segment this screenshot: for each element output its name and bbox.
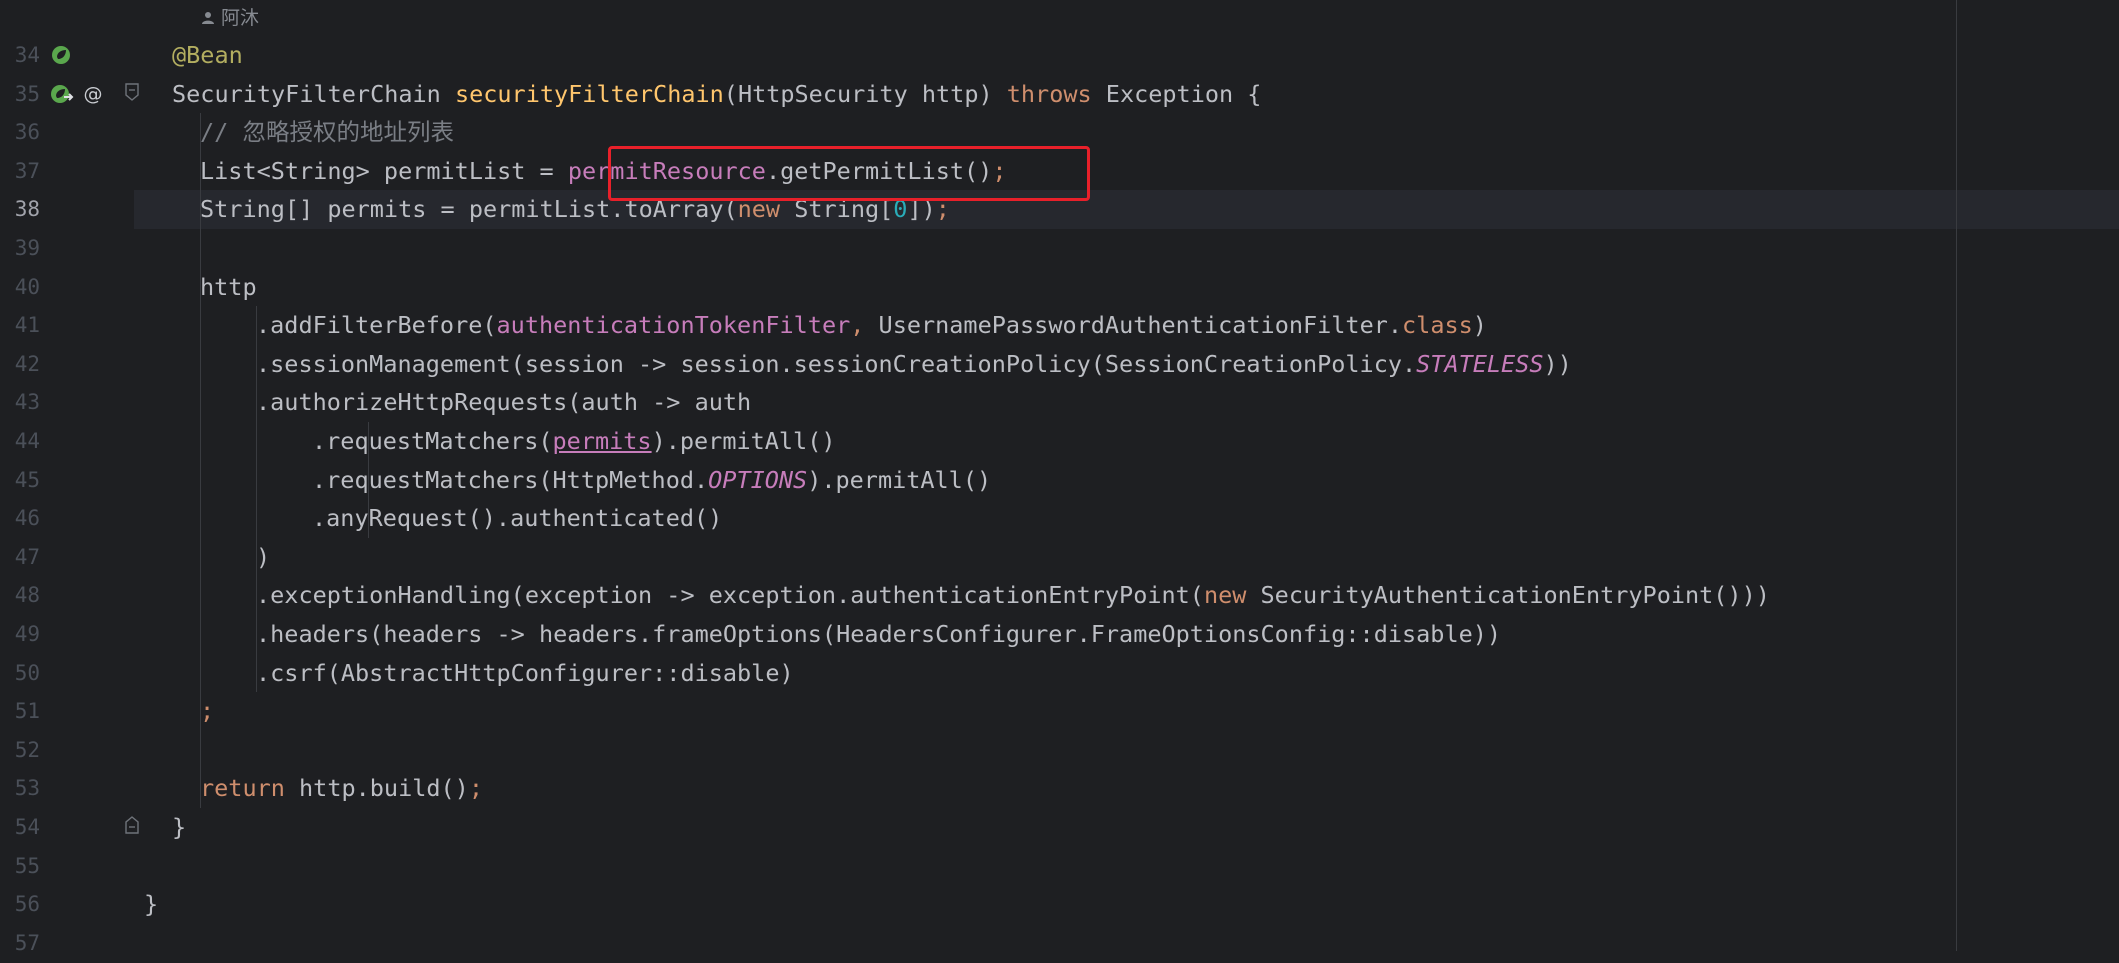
code-token: Exception { — [1091, 79, 1262, 108]
line-number[interactable]: 49 — [0, 615, 40, 654]
code-line[interactable]: return http.build(); — [200, 769, 483, 808]
line-number[interactable]: 56 — [0, 885, 40, 924]
code-line[interactable]: @Bean — [172, 36, 243, 75]
code-token: new — [1203, 581, 1247, 610]
code-token: securityFilterChain — [454, 79, 724, 108]
code-token: OPTIONS — [708, 465, 808, 494]
code-line[interactable]: .anyRequest().authenticated() — [312, 499, 722, 538]
code-token: .anyRequest().authenticated() — [312, 504, 723, 533]
code-token: http — [200, 272, 257, 301]
code-token: } — [172, 813, 187, 841]
code-token: ) — [1472, 311, 1487, 340]
code-token: UsernamePasswordAuthenticationFilter. — [878, 311, 1403, 340]
line-number[interactable]: 40 — [0, 268, 40, 307]
highlight-annotation-box — [608, 146, 1090, 201]
code-token: ) — [256, 542, 271, 571]
code-token: ).permitAll() — [651, 427, 836, 455]
code-line[interactable]: } — [172, 808, 186, 847]
line-number[interactable]: 44 — [0, 422, 40, 461]
right-margin-guide — [1956, 0, 1957, 951]
line-number[interactable]: 36 — [0, 113, 40, 152]
author-inlay-hint[interactable]: 阿沐 — [201, 0, 259, 36]
author-name: 阿沐 — [221, 7, 260, 29]
line-number[interactable]: 38 — [0, 190, 40, 229]
spring-bean-navigate-icon[interactable] — [50, 83, 74, 109]
code-token: permits — [552, 427, 652, 455]
line-number[interactable]: 54 — [0, 808, 40, 847]
line-number[interactable]: 35 — [0, 75, 40, 114]
code-token: STATELESS — [1416, 349, 1544, 378]
code-line[interactable]: .exceptionHandling(exception -> exceptio… — [256, 576, 1770, 615]
line-number[interactable]: 48 — [0, 576, 40, 615]
line-number[interactable]: 37 — [0, 152, 40, 191]
code-token: .headers(headers -> headers.frameOptions… — [256, 620, 1502, 648]
code-token: class — [1402, 311, 1473, 340]
code-token: ).permitAll() — [807, 465, 992, 494]
code-line[interactable]: .requestMatchers(permits).permitAll() — [312, 422, 836, 461]
svg-text:@: @ — [84, 83, 103, 105]
code-token: // 忽略授权的地址列表 — [200, 118, 454, 147]
code-line[interactable]: .authorizeHttpRequests(auth -> auth — [256, 383, 751, 422]
line-number[interactable]: 46 — [0, 499, 40, 538]
code-line[interactable]: .csrf(AbstractHttpConfigurer::disable) — [256, 654, 794, 693]
line-number[interactable]: 50 — [0, 654, 40, 693]
line-number[interactable]: 55 — [0, 847, 40, 886]
line-number[interactable]: 51 — [0, 692, 40, 731]
code-line[interactable]: SecurityFilterChain securityFilterChain(… — [172, 75, 1261, 114]
code-token: .csrf(AbstractHttpConfigurer::disable) — [256, 658, 794, 687]
line-number[interactable]: 39 — [0, 229, 40, 268]
code-token: )) — [1543, 349, 1572, 378]
code-line[interactable]: ) — [256, 538, 270, 577]
code-line[interactable]: .headers(headers -> headers.frameOptions… — [256, 615, 1501, 654]
code-token: .requestMatchers( — [312, 427, 553, 455]
line-number[interactable]: 57 — [0, 924, 40, 963]
code-line[interactable]: } — [144, 885, 158, 924]
line-number[interactable]: 45 — [0, 461, 40, 500]
line-number[interactable]: 34 — [0, 36, 40, 75]
code-token: http.build() — [284, 774, 469, 803]
code-token: (HttpSecurity http) — [723, 79, 1007, 108]
code-token: .requestMatchers(HttpMethod. — [312, 465, 709, 494]
code-editor[interactable]: 34 35 36 37 38 39 40 41 42 43 44 45 46 47 48 49 50 51 52 53… — [0, 0, 2119, 955]
code-token: throws — [1006, 79, 1092, 108]
code-token: return — [200, 774, 285, 803]
code-token: .sessionManagement(session -> session.se… — [256, 349, 1417, 378]
code-line[interactable]: .addFilterBefore(authenticationTokenFilt… — [256, 306, 1487, 345]
implementations-at-icon[interactable]: @ — [82, 83, 104, 109]
line-number[interactable]: 41 — [0, 306, 40, 345]
code-token: ; — [200, 697, 215, 726]
line-number[interactable]: 53 — [0, 769, 40, 808]
code-token: .exceptionHandling(exception -> exceptio… — [256, 581, 1204, 610]
code-token: .authorizeHttpRequests(auth -> auth — [256, 388, 752, 417]
code-area[interactable]: 阿沐 @Bean SecurityFilterChain securityFilte… — [134, 0, 2119, 951]
code-token: } — [144, 890, 159, 919]
code-token: .addFilterBefore( — [256, 311, 497, 340]
line-number[interactable]: 42 — [0, 345, 40, 384]
code-line[interactable]: .requestMatchers(HttpMethod.OPTIONS).per… — [312, 461, 991, 500]
code-token: SecurityFilterChain — [172, 79, 455, 108]
spring-bean-icon[interactable] — [50, 44, 72, 70]
line-number[interactable]: 52 — [0, 731, 40, 770]
code-token: List<String> permitList = — [200, 156, 568, 185]
code-token: SecurityAuthenticationEntryPoint())) — [1246, 581, 1770, 610]
user-icon — [202, 12, 214, 24]
editor-gutter[interactable]: 34 35 36 37 38 39 40 41 42 43 44 45 46 47 48 49 50 51 52 53… — [0, 0, 139, 955]
code-token: ; — [468, 774, 483, 803]
line-number[interactable]: 47 — [0, 538, 40, 577]
code-token: , — [850, 311, 879, 340]
line-number[interactable]: 43 — [0, 383, 40, 422]
code-line[interactable]: .sessionManagement(session -> session.se… — [256, 345, 1572, 384]
code-line[interactable]: // 忽略授权的地址列表 — [200, 113, 454, 152]
code-token: @Bean — [172, 41, 243, 69]
code-line[interactable]: http — [200, 268, 257, 307]
code-line[interactable]: ; — [200, 692, 214, 731]
code-token: authenticationTokenFilter — [496, 311, 851, 340]
